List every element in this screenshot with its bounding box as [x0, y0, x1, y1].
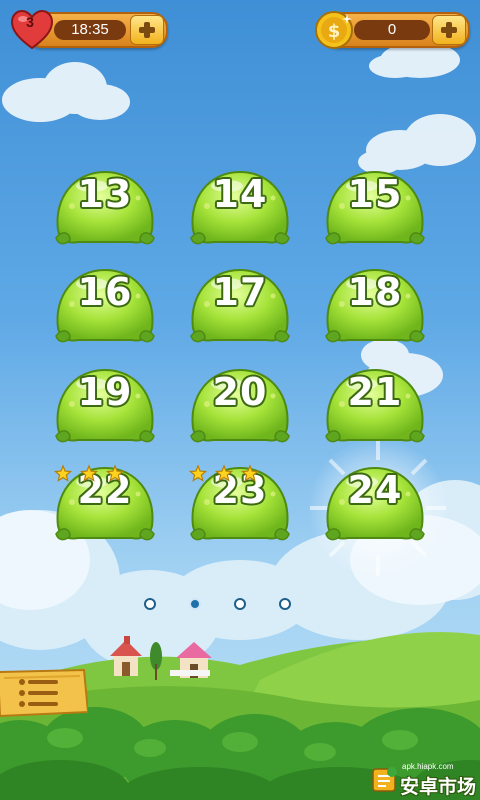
level-number: 16 — [77, 270, 133, 314]
level-number: 20 — [212, 370, 268, 414]
level-stars — [53, 464, 125, 482]
level-number: 15 — [347, 172, 403, 216]
level-button[interactable]: 15 — [322, 168, 428, 250]
level-button[interactable]: 13 — [52, 168, 158, 250]
page-dot-active[interactable] — [189, 598, 201, 610]
star-icon — [214, 464, 234, 482]
level-stars — [188, 464, 260, 482]
level-button[interactable]: 18 — [322, 266, 428, 348]
star-icon — [188, 464, 208, 482]
level-number: 14 — [212, 172, 268, 216]
add-lives-button[interactable] — [130, 15, 164, 45]
level-button[interactable]: 19 — [52, 366, 158, 448]
level-button[interactable]: 14 — [187, 168, 293, 250]
level-number: 18 — [347, 270, 403, 314]
watermark-name: 安卓市场 — [400, 776, 477, 798]
page-dot[interactable] — [144, 598, 156, 610]
star-icon — [105, 464, 125, 482]
coin-count: 0 — [354, 20, 430, 40]
lives-count: 3 — [26, 14, 34, 30]
page-dot[interactable] — [234, 598, 246, 610]
star-icon — [79, 464, 99, 482]
level-button[interactable]: 23 — [187, 464, 293, 546]
level-button-current[interactable]: 24 — [322, 464, 428, 546]
add-coins-button[interactable] — [432, 15, 466, 45]
level-button[interactable]: 17 — [187, 266, 293, 348]
coin-icon: $ — [315, 11, 353, 49]
level-number: 13 — [77, 172, 133, 216]
page-dot[interactable] — [279, 598, 291, 610]
game-screen: 18:35 3 0 $ 13 14 15 16 17 18 19 20 21 2… — [0, 0, 480, 800]
menu-button[interactable] — [0, 668, 88, 718]
level-button[interactable]: 16 — [52, 266, 158, 348]
level-button[interactable]: 20 — [187, 366, 293, 448]
level-number: 17 — [212, 270, 268, 314]
level-number: 19 — [77, 370, 133, 414]
level-number: 21 — [347, 370, 403, 414]
level-button[interactable]: 22 — [52, 464, 158, 546]
star-icon — [240, 464, 260, 482]
svg-text:$: $ — [328, 21, 341, 42]
watermark-url: apk.hiapk.com — [402, 762, 454, 771]
level-number: 24 — [347, 468, 403, 512]
timer-display: 18:35 — [54, 20, 126, 40]
level-button[interactable]: 21 — [322, 366, 428, 448]
star-icon — [53, 464, 73, 482]
store-logo-icon — [372, 767, 397, 792]
